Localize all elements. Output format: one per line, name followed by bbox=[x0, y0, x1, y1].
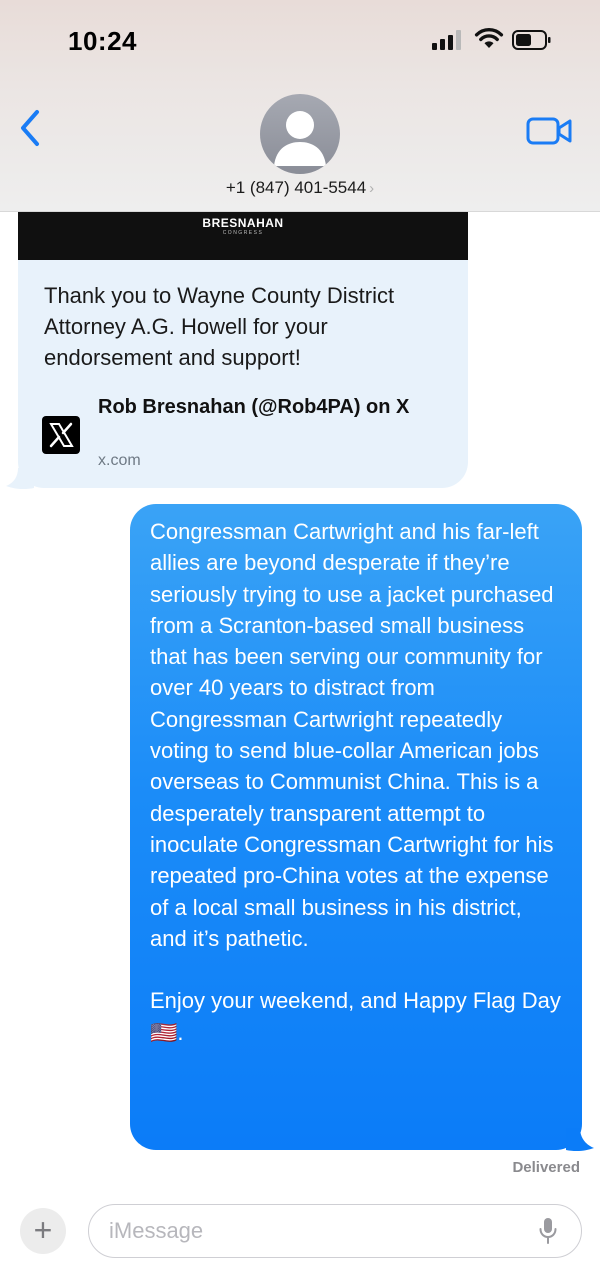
battery-icon bbox=[512, 30, 551, 50]
add-attachment-button[interactable]: + bbox=[20, 1208, 66, 1254]
incoming-message-text: Thank you to Wayne County District Attor… bbox=[44, 283, 395, 370]
imessage-input[interactable] bbox=[88, 1204, 582, 1258]
incoming-link-preview-bubble[interactable]: BRESNAHAN CONGRESS Thank you to Wayne Co… bbox=[18, 180, 468, 488]
wifi-icon bbox=[474, 27, 504, 48]
contact-number-link[interactable]: +1 (847) 401-5544 › bbox=[0, 178, 600, 198]
incoming-bubble-tail bbox=[6, 468, 34, 490]
back-chevron-icon[interactable] bbox=[16, 108, 44, 148]
conversation-header: 10:24 +1 (847) 401-5544 › bbox=[0, 0, 600, 212]
x-logo-icon bbox=[42, 416, 80, 454]
outgoing-paragraph-2: Enjoy your weekend, and Happy Flag Day 🇺… bbox=[150, 988, 561, 1045]
link-preview-title: Rob Bresnahan (@Rob4PA) on X bbox=[98, 396, 410, 418]
outgoing-paragraph-1: Congressman Cartwright and his far-left … bbox=[150, 519, 554, 951]
banner-logo-subtext: CONGRESS bbox=[222, 230, 264, 236]
plus-icon: + bbox=[33, 1212, 53, 1248]
contact-avatar[interactable] bbox=[260, 94, 340, 174]
microphone-icon[interactable] bbox=[538, 1217, 558, 1245]
chevron-right-icon: › bbox=[369, 180, 375, 197]
person-silhouette-icon bbox=[274, 111, 326, 166]
outgoing-message-bubble[interactable]: Congressman Cartwright and his far-left … bbox=[130, 504, 582, 1150]
banner-logo-text: BRESNAHAN bbox=[202, 216, 284, 230]
delivery-status: Delivered bbox=[512, 1159, 580, 1176]
outgoing-message-text: Congressman Cartwright and his far-left … bbox=[150, 516, 564, 1048]
cellular-signal-icon bbox=[432, 30, 461, 50]
contact-number: +1 (847) 401-5544 bbox=[225, 178, 367, 197]
status-bar-time: 10:24 bbox=[68, 26, 137, 56]
video-call-icon[interactable] bbox=[526, 116, 572, 146]
link-preview-domain: x.com bbox=[98, 452, 141, 469]
outgoing-bubble-tail bbox=[566, 1128, 594, 1152]
